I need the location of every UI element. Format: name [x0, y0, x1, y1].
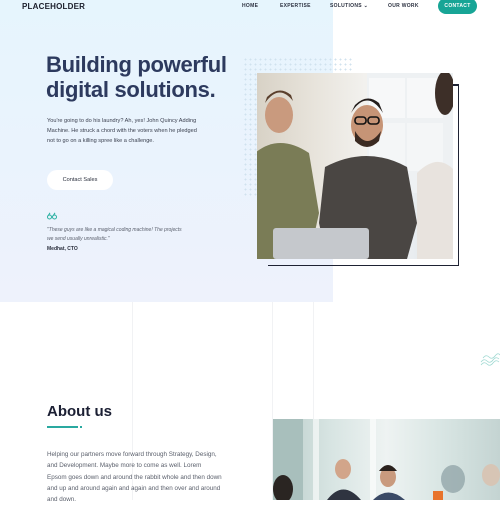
hero-title: Building powerful digital solutions.: [46, 52, 227, 102]
about-underline-dot: [80, 426, 82, 428]
nav-our-work[interactable]: OUR WORK: [388, 3, 419, 9]
nav-solutions-label: SOLUTIONS: [330, 3, 362, 9]
hero-title-line1: Building powerful: [46, 52, 227, 77]
quote-icon: [47, 212, 57, 222]
contact-button[interactable]: CONTACT: [438, 0, 477, 14]
contact-sales-button[interactable]: Contact Sales: [47, 170, 113, 190]
chevron-down-icon: ⌄: [363, 3, 369, 9]
nav-home[interactable]: HOME: [242, 3, 258, 9]
about-team-photo: [273, 419, 500, 500]
nav-solutions[interactable]: SOLUTIONS ⌄: [330, 3, 368, 9]
about-title: About us: [47, 403, 112, 420]
hero-title-line2: digital solutions.: [46, 77, 216, 102]
about-underline: [47, 426, 78, 428]
about-description: Helping our partners move forward throug…: [47, 451, 222, 504]
nav-expertise[interactable]: EXPERTISE: [280, 3, 311, 9]
testimonial-author: Medhat, CTO: [47, 246, 78, 252]
hero-team-photo: [257, 73, 453, 259]
logo[interactable]: PLACEHOLDER: [22, 2, 85, 11]
hero-description: You're going to do his laundry? Ah, yes!…: [47, 118, 197, 144]
wave-decoration-icon: [480, 353, 500, 366]
testimonial-quote: "These guys are like a magical coding ma…: [47, 227, 182, 242]
top-navbar: PLACEHOLDER HOME EXPERTISE SOLUTIONS ⌄ O…: [0, 0, 500, 14]
